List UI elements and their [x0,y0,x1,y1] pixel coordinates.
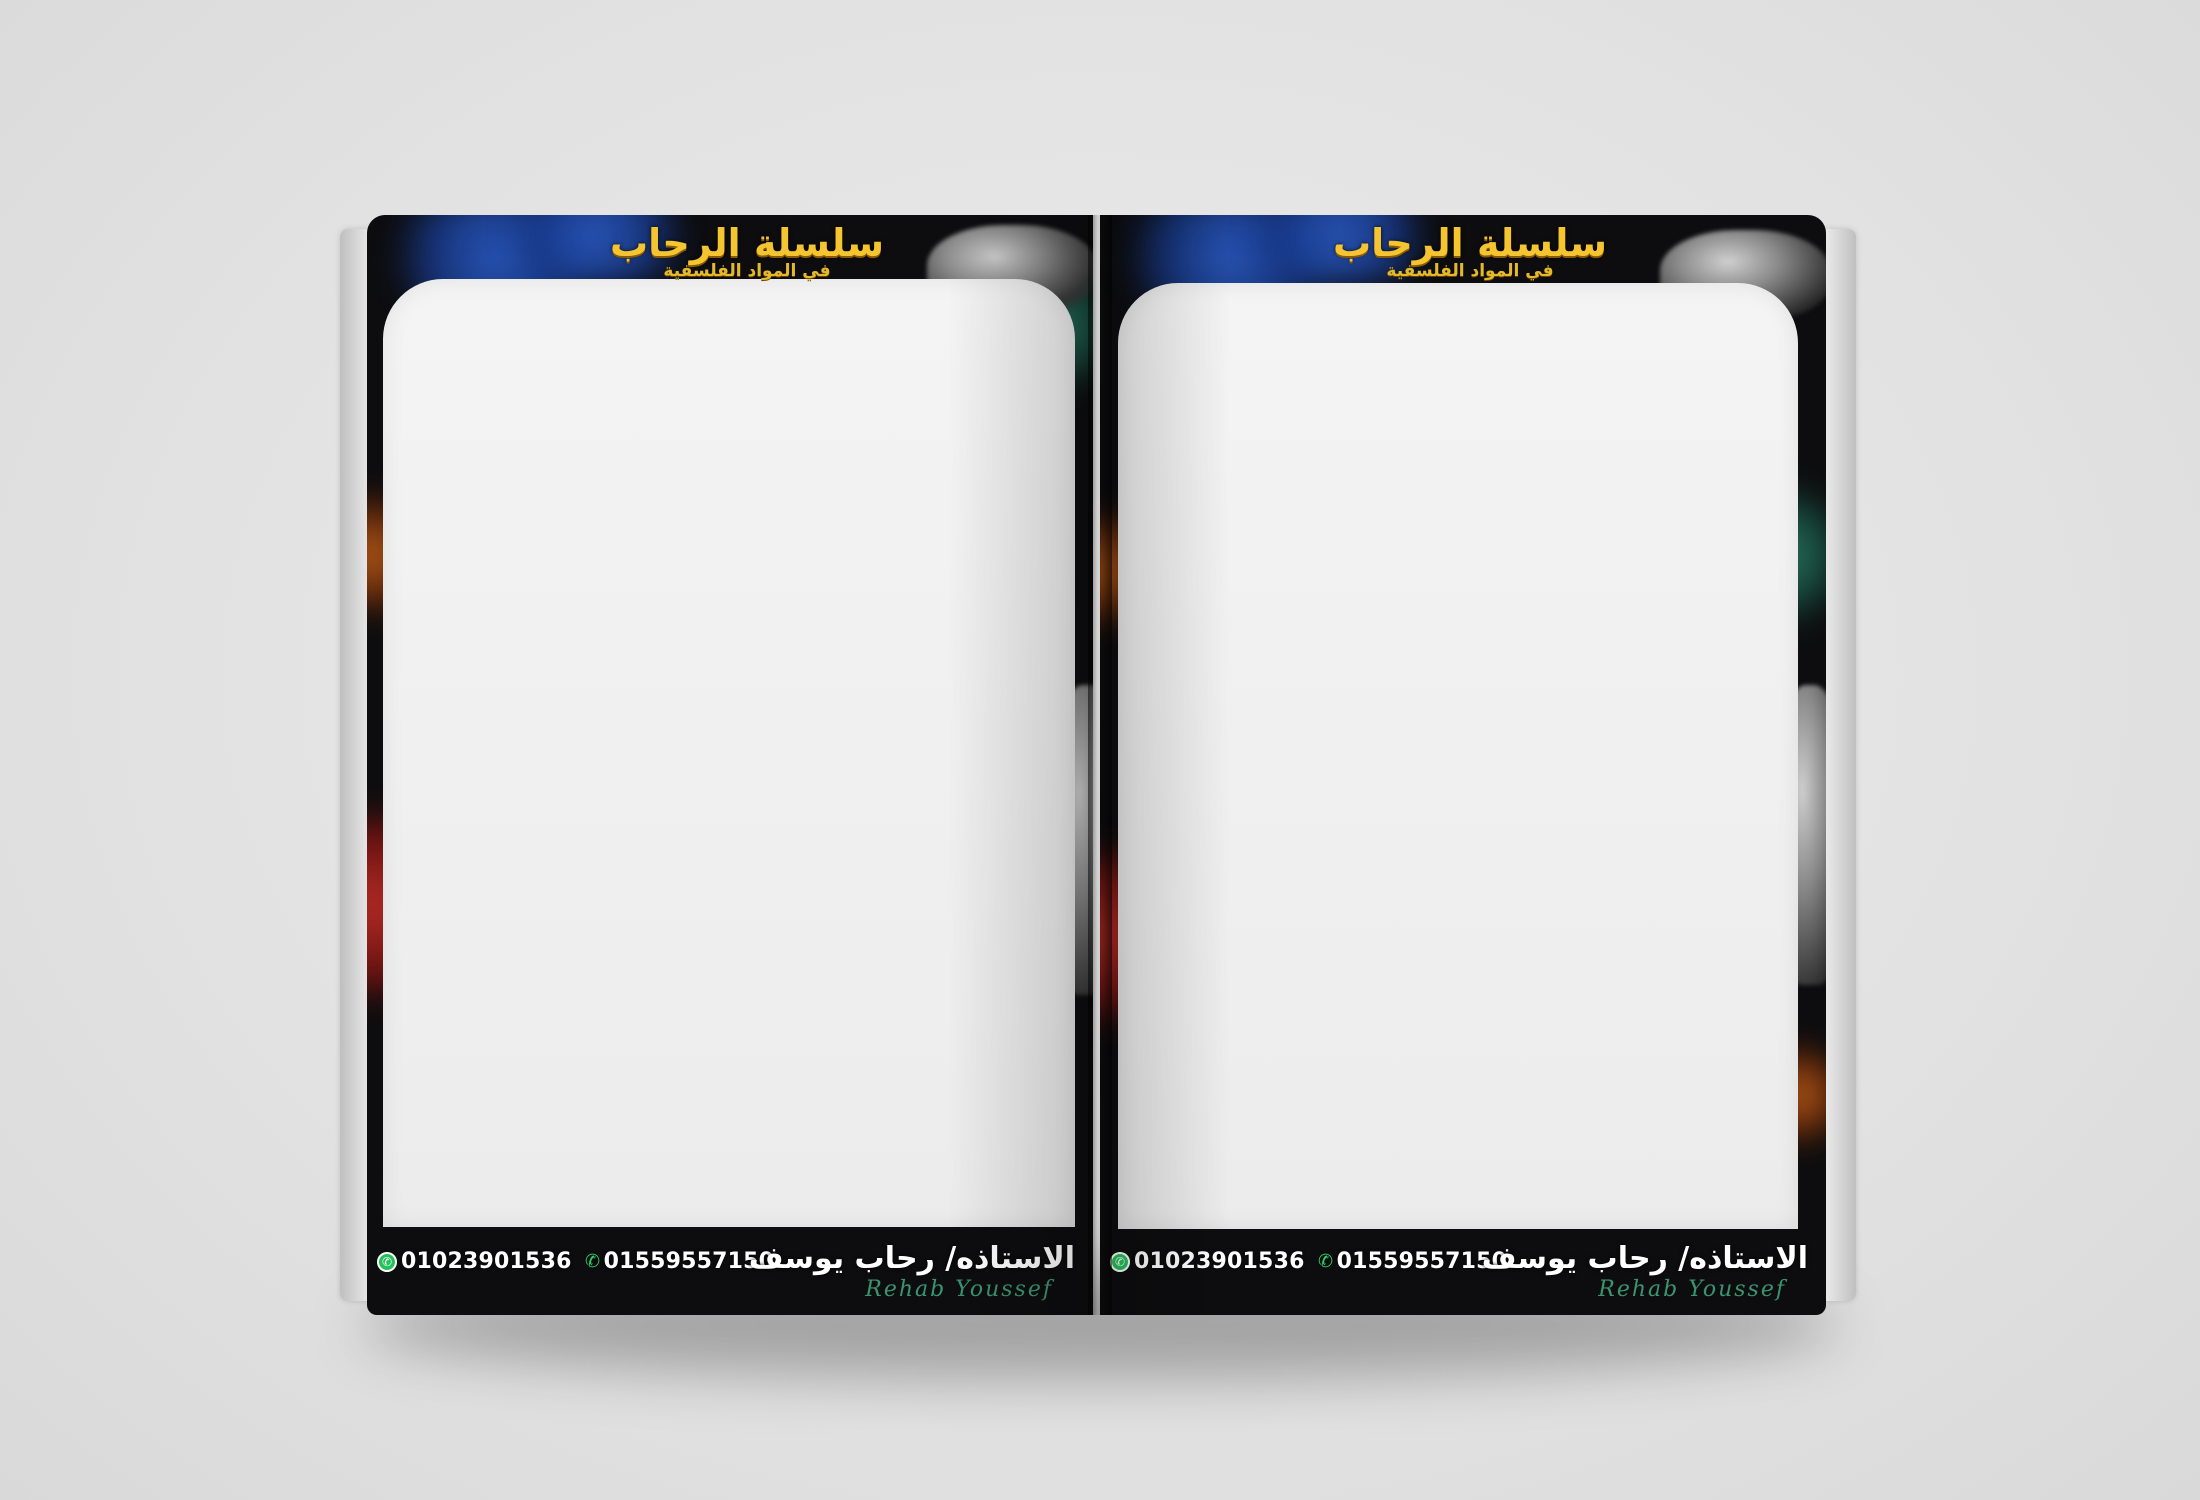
contact-numbers: ✆ 01023901536 ✆ 01559557150 [1110,1249,1507,1274]
series-title: سلسلة الرحاب [1332,221,1608,265]
page-footer: ✆ 01023901536 ✆ 01559557150 الاستاذه/ رح… [1100,1227,1826,1315]
blank-content-area [383,279,1075,1227]
left-page: سلسلة الرحاب في المواد الفلسفية ✆ 010239… [367,215,1093,1315]
signature-watermark: Rehab Youssef [1598,1277,1786,1302]
mockup-scene: سلسلة الرحاب في المواد الفلسفية ✆ 010239… [0,0,2200,1500]
left-page-edge [340,229,370,1301]
right-page-edge [1826,229,1856,1301]
teacher-name: الاستاذه/ رحاب يوسف [748,1241,1075,1276]
phone-icon: ✆ [585,1250,601,1272]
right-page: سلسلة الرحاب في المواد الفلسفية ✆ 010239… [1100,215,1826,1315]
blank-content-area [1118,283,1798,1229]
open-book: سلسلة الرحاب في المواد الفلسفية ✆ 010239… [340,215,1860,1315]
phone-contact: ✆ 01559557150 [585,1249,775,1274]
phone-contact: ✆ 01559557150 [1318,1249,1508,1274]
series-title-block: سلسلة الرحاب في المواد الفلسفية [1310,219,1630,281]
whatsapp-icon: ✆ [1110,1251,1130,1272]
whatsapp-number: 01023901536 [401,1249,572,1274]
whatsapp-number: 01023901536 [1134,1249,1305,1274]
page-footer: ✆ 01023901536 ✆ 01559557150 الاستاذه/ رح… [367,1227,1093,1315]
whatsapp-icon: ✆ [377,1251,397,1272]
teacher-name: الاستاذه/ رحاب يوسف [1481,1241,1808,1276]
signature-watermark: Rehab Youssef [865,1277,1053,1302]
whatsapp-contact: ✆ 01023901536 [1110,1249,1305,1274]
phone-icon: ✆ [1318,1250,1334,1272]
series-title: سلسلة الرحاب [609,221,885,265]
series-title-block: سلسلة الرحاب في المواد الفلسفية [587,219,907,281]
contact-numbers: ✆ 01023901536 ✆ 01559557150 [377,1249,774,1274]
whatsapp-contact: ✆ 01023901536 [377,1249,572,1274]
book-spine [1088,215,1112,1315]
